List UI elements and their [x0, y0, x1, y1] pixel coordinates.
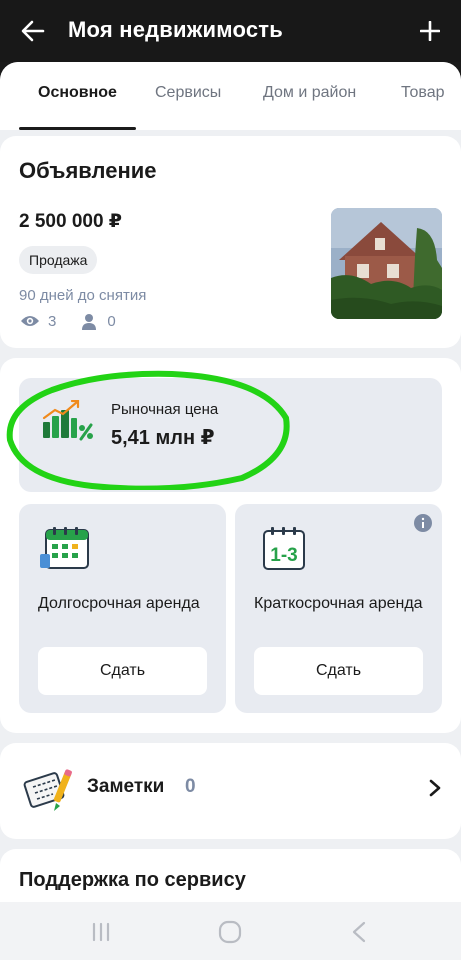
services-card: Рыночная цена 5,41 млн ₽ Долгосрочная ар	[0, 358, 461, 733]
expiry-text: 90 дней до снятия	[19, 287, 147, 304]
listing-photo[interactable]	[331, 208, 442, 319]
calendar-icon	[40, 526, 92, 577]
market-chart-icon	[41, 399, 93, 447]
eye-icon	[19, 312, 41, 330]
calendar-days-text: 1-3	[270, 545, 297, 566]
market-price-panel[interactable]: Рыночная цена 5,41 млн ₽	[19, 378, 442, 492]
notes-label: Заметки	[87, 776, 165, 797]
market-price-value: 5,41 млн ₽	[111, 427, 215, 449]
back-icon[interactable]	[344, 918, 374, 946]
tab-services[interactable]: Сервисы	[155, 84, 221, 102]
views-count: 3	[48, 312, 57, 330]
notes-card[interactable]: Заметки 0	[0, 743, 461, 839]
system-nav-bar	[0, 902, 461, 960]
active-tab-indicator	[19, 127, 136, 130]
app-bar: Моя недвижимость	[0, 0, 461, 62]
person-icon	[78, 312, 100, 330]
listing-stats: 3 0	[19, 312, 138, 330]
deal-type-badge: Продажа	[19, 246, 98, 274]
contacts-count: 0	[107, 312, 116, 330]
recent-apps-icon[interactable]	[86, 918, 116, 946]
notes-icon	[23, 767, 75, 818]
back-arrow-icon[interactable]	[16, 14, 50, 48]
market-price-label: Рыночная цена	[111, 401, 219, 418]
tab-house-area[interactable]: Дом и район	[263, 84, 356, 102]
calendar-days-icon: 1-3	[262, 526, 306, 577]
page-title: Моя недвижимость	[68, 17, 283, 42]
tab-main[interactable]: Основное	[38, 84, 117, 102]
listing-section-title: Объявление	[19, 158, 157, 183]
tab-product[interactable]: Товар	[401, 84, 445, 102]
listing-price: 2 500 000 ₽	[19, 211, 123, 232]
tab-bar: Основное Сервисы Дом и район Товар	[0, 62, 461, 130]
notes-count: 0	[185, 776, 196, 797]
add-icon[interactable]	[413, 14, 447, 48]
short-term-rent-label: Краткосрочная аренда	[254, 595, 423, 612]
info-icon[interactable]	[414, 514, 432, 537]
short-term-rent-panel[interactable]: 1-3 Краткосрочная аренда Сдать	[235, 504, 442, 713]
home-icon[interactable]	[215, 918, 245, 946]
short-term-rent-button[interactable]: Сдать	[254, 647, 423, 695]
chevron-right-icon[interactable]	[429, 779, 441, 802]
support-card[interactable]: Поддержка по сервису	[0, 849, 461, 902]
long-term-rent-panel[interactable]: Долгосрочная аренда Сдать	[19, 504, 226, 713]
listing-card[interactable]: Объявление 2 500 000 ₽ Продажа 90 дней д…	[0, 136, 461, 348]
support-title: Поддержка по сервису	[19, 869, 246, 891]
long-term-rent-label: Долгосрочная аренда	[38, 595, 200, 612]
main-content: Основное Сервисы Дом и район Товар Объяв…	[0, 62, 461, 902]
long-term-rent-button[interactable]: Сдать	[38, 647, 207, 695]
